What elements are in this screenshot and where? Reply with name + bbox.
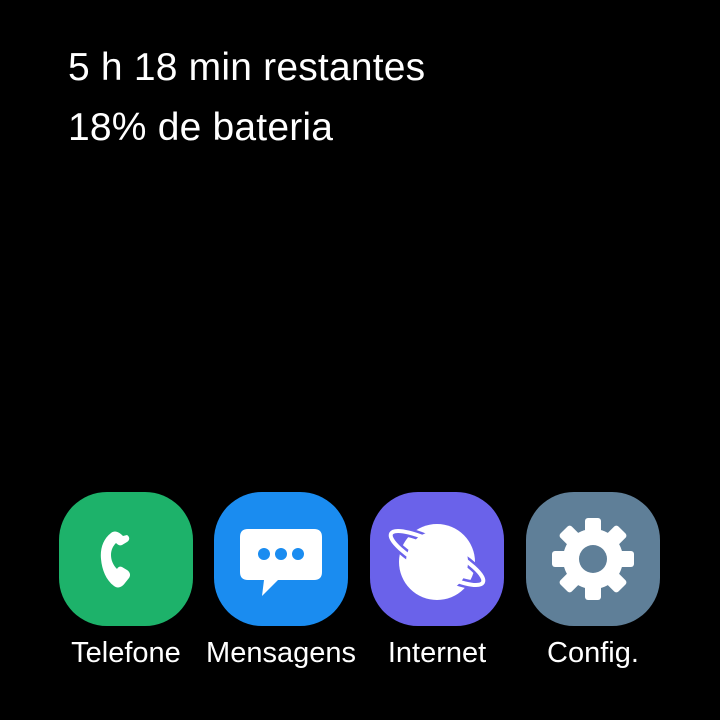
app-label: Config.: [547, 637, 639, 669]
app-label: Mensagens: [206, 637, 356, 669]
app-label: Internet: [387, 637, 487, 669]
app-config[interactable]: Config.: [515, 492, 671, 720]
app-row: Telefone Mensagens Internet Config.: [0, 492, 720, 720]
phone-icon[interactable]: [59, 492, 193, 626]
gear-icon[interactable]: [526, 492, 660, 626]
app-telefone[interactable]: Telefone: [48, 492, 204, 720]
app-mensagens[interactable]: Mensagens: [203, 492, 359, 720]
time-remaining-text: 5 h 18 min restantes: [68, 46, 426, 89]
planet-icon[interactable]: [370, 492, 504, 626]
app-label: Telefone: [71, 637, 181, 669]
message-bubble-icon[interactable]: [214, 492, 348, 626]
battery-info: 5 h 18 min restantes 18% de bateria: [68, 38, 425, 158]
battery-level-text: 18% de bateria: [68, 106, 334, 149]
app-internet[interactable]: Internet: [359, 492, 515, 720]
